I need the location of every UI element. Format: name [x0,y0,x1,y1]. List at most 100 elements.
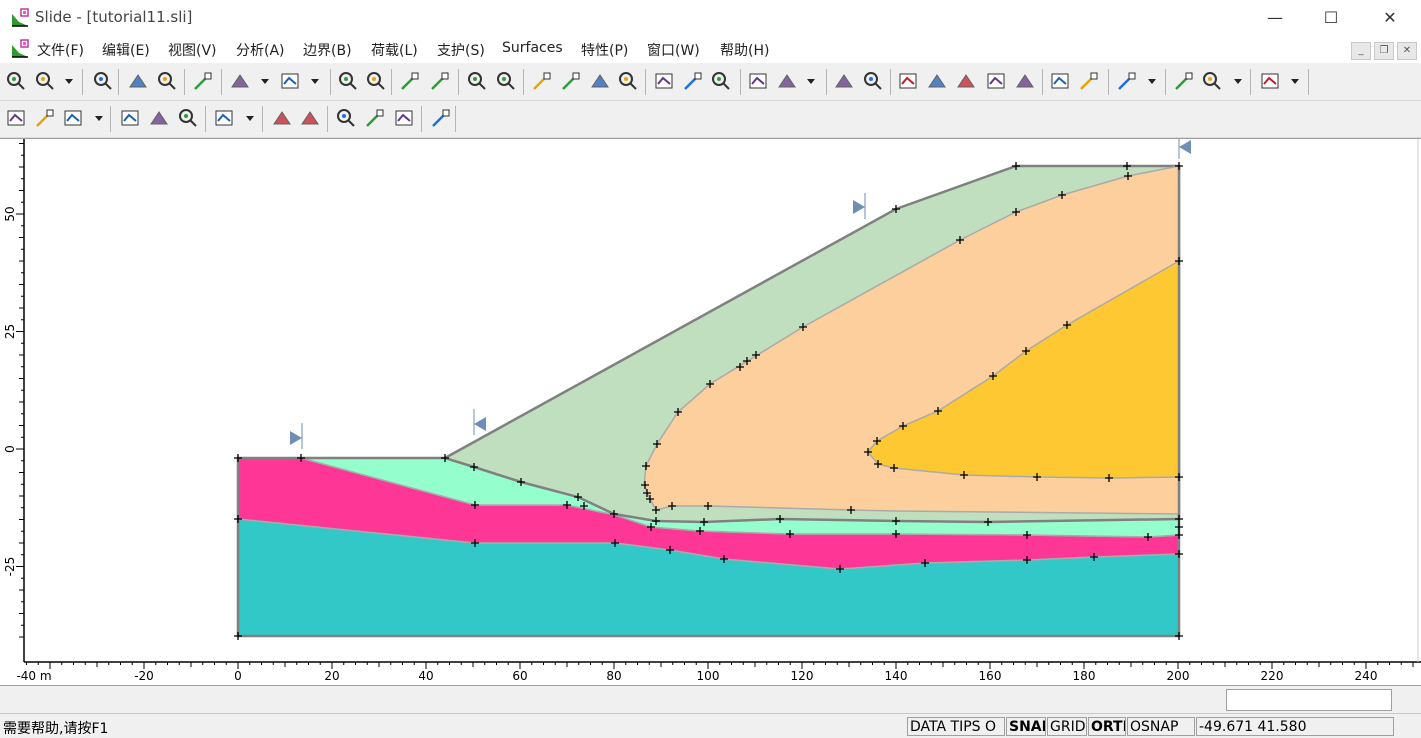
drawing-canvas[interactable]: 50 25 0 -25 -40 m -20 0 20 40 60 80 100 120 140 160 18… [0,138,1421,686]
color-icon[interactable] [191,69,215,93]
dropdown-arrow-icon[interactable] [310,69,320,93]
boundary-icon[interactable] [746,69,770,93]
y-tick-label: 25 [3,324,17,339]
menu-window[interactable]: 窗口(W) [647,40,700,60]
ortho-toggle[interactable]: ORTI [1088,717,1126,736]
toolbar-separator [890,69,891,95]
edit-surface-icon[interactable] [212,106,236,130]
copy-icon[interactable] [336,69,360,93]
toolbar-separator [391,69,392,95]
zoom-window-icon[interactable] [652,69,676,93]
zoom-in-icon[interactable] [559,69,583,93]
compute-icon[interactable] [428,69,452,93]
maximize-button[interactable]: ☐ [1311,6,1351,30]
material-boundary-icon[interactable] [775,69,799,93]
undo-icon[interactable] [228,69,252,93]
document-icon[interactable] [10,39,30,59]
info-viewer-icon[interactable] [465,69,489,93]
columns-icon[interactable] [364,69,388,93]
menu-support[interactable]: 支护(S) [437,40,485,60]
print-preview-icon[interactable] [126,69,150,93]
add-slope-limits-icon[interactable] [4,106,28,130]
menu-file[interactable]: 文件(F) [37,40,84,60]
merge-icon[interactable] [1013,69,1037,93]
menu-edit[interactable]: 编辑(E) [102,40,150,60]
new-file-icon[interactable] [4,69,28,93]
menu-properties[interactable]: 特性(P) [581,40,628,60]
display-icon[interactable] [392,106,416,130]
grid-toggle[interactable]: GRID [1047,717,1087,736]
toolbar-separator [455,106,456,132]
mdi-restore-button[interactable]: ❐ [1374,42,1394,60]
osnap-toggle[interactable]: OSNAP [1127,717,1195,736]
slide-app-icon [10,8,30,28]
add-load-icon[interactable] [61,106,85,130]
close-button[interactable]: ✕ [1370,6,1410,30]
toolbar-separator [82,69,83,95]
add-vertex-icon[interactable] [954,69,978,93]
move-vertex-icon[interactable] [925,69,949,93]
anchor-icon[interactable] [1200,69,1224,93]
y-tick-label: -25 [3,557,17,577]
toolbar-separator [205,106,206,132]
surface-yellow-icon[interactable] [147,106,171,130]
dropdown-arrow-icon[interactable] [806,69,816,93]
pan-icon[interactable] [616,69,640,93]
grid-icon[interactable] [1258,69,1282,93]
redo-icon[interactable] [278,69,302,93]
dropdown-arrow-icon[interactable] [1290,69,1300,93]
dropdown-arrow-icon[interactable] [1233,69,1243,93]
menu-boundaries[interactable]: 边界(B) [303,40,352,60]
menu-surfaces[interactable]: Surfaces [502,40,563,56]
zoom-out-icon[interactable] [588,69,612,93]
print-icon[interactable] [155,69,179,93]
toolbar-separator [262,106,263,132]
snap-icon[interactable] [984,69,1008,93]
mdi-minimize-button[interactable]: _ [1351,42,1371,60]
toolbar-separator [221,69,222,95]
edit-limits-icon[interactable] [33,106,57,130]
menu-view[interactable]: 视图(V) [168,40,217,60]
model-view[interactable]: 50 25 0 -25 -40 m -20 0 20 40 60 80 100 120 140 160 18… [0,139,1421,686]
window-title: Slide - [tutorial11.sli] [35,8,193,26]
open-folder-icon[interactable] [33,69,57,93]
dropdown-arrow-icon[interactable] [260,69,270,93]
dropdown-arrow-icon[interactable] [94,106,104,130]
toolbar-separator [645,69,646,95]
surface-options-icon[interactable] [118,106,142,130]
delete-vertex-icon[interactable] [896,69,920,93]
zoom-slope-icon[interactable] [709,69,733,93]
dropdown-arrow-icon[interactable] [245,106,255,130]
zoom-extents-icon[interactable] [681,69,705,93]
hand-icon[interactable] [429,106,453,130]
stage-icon[interactable] [1048,69,1072,93]
y-tick-label: 50 [3,206,17,221]
minimize-button[interactable]: — [1255,6,1295,30]
snap-toggle[interactable]: SNAI [1006,717,1046,736]
surface-pick-icon[interactable] [176,106,200,130]
tools-icon[interactable] [398,69,422,93]
rotate-icon[interactable] [1077,69,1101,93]
weak-layer-icon[interactable] [270,106,294,130]
x-tick-label: 20 [324,669,339,683]
menu-loading[interactable]: 荷载(L) [371,40,418,60]
focus-icon[interactable] [298,106,322,130]
menu-analysis[interactable]: 分析(A) [236,40,285,60]
menu-help[interactable]: 帮助(H) [720,40,769,60]
zoom-all-icon[interactable] [530,69,554,93]
support-icon[interactable] [1172,69,1196,93]
toolbar-separator [740,69,741,95]
data-tips-toggle[interactable]: DATA TIPS O [907,717,1005,736]
dropdown-arrow-icon[interactable] [64,69,74,93]
material-assign-icon[interactable] [334,106,358,130]
save-icon[interactable] [91,69,115,93]
interpret-icon[interactable] [494,69,518,93]
toolbar-separator [1042,69,1043,95]
water-table-icon[interactable] [832,69,856,93]
piezo-icon[interactable] [861,69,885,93]
tension-crack-icon[interactable] [1115,69,1139,93]
mdi-close-button[interactable]: ✕ [1397,42,1417,60]
left-limit-marker-2 [474,417,486,431]
dropdown-arrow-icon[interactable] [1147,69,1157,93]
properties-icon[interactable] [363,106,387,130]
